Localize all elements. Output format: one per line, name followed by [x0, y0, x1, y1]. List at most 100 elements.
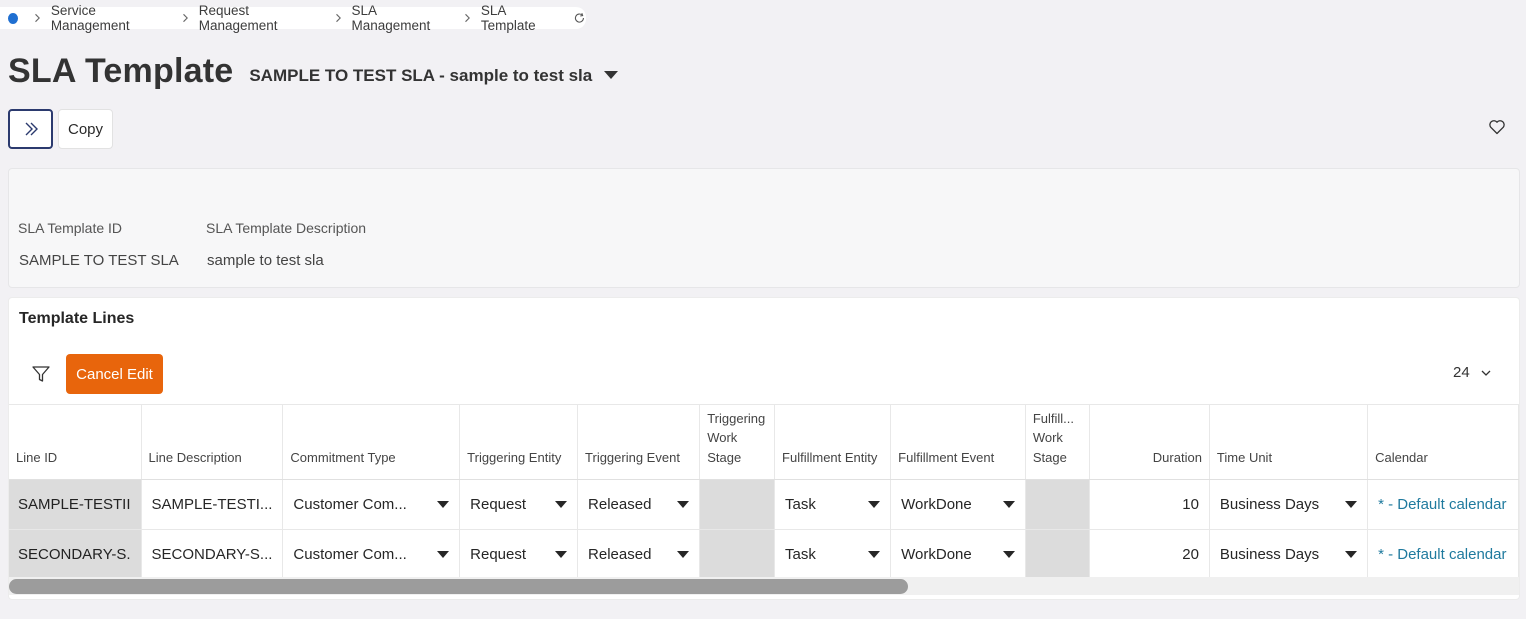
page-title: SLA Template [8, 52, 234, 90]
column-header-commitment-type[interactable]: Commitment Type [282, 404, 461, 480]
double-chevron-right-icon [25, 122, 38, 136]
time-unit-select[interactable]: Business Days [1209, 529, 1369, 580]
caret-down-icon [868, 551, 881, 558]
template-lines-title: Template Lines [19, 310, 135, 327]
line-description-value: SECONDARY-S... [151, 546, 273, 563]
triggering-event-value: Released [588, 496, 652, 513]
record-selector[interactable]: SAMPLE TO TEST SLA - sample to test sla [249, 66, 592, 86]
copy-button[interactable]: Copy [58, 109, 113, 149]
fulfillment-event-select[interactable]: WorkDone [890, 479, 1026, 530]
favorite-heart-icon[interactable] [1488, 118, 1506, 136]
column-header-line-description[interactable]: Line Description [141, 404, 284, 480]
column-header-calendar[interactable]: Calendar [1367, 404, 1519, 480]
fulfillment-event-value: WorkDone [901, 546, 972, 563]
column-header-time-unit[interactable]: Time Unit [1209, 404, 1369, 480]
expand-commands-button[interactable] [8, 109, 53, 149]
column-header-line-id[interactable]: Line ID [9, 404, 142, 480]
line-id-value: SAMPLE-TESTII [18, 496, 131, 513]
header-panel: SLA Template ID SAMPLE TO TEST SLA SLA T… [8, 168, 1520, 288]
triggering-event-select[interactable]: Released [577, 479, 701, 530]
chevron-right-icon [335, 13, 341, 23]
column-header-duration[interactable]: Duration [1089, 404, 1210, 480]
column-header-triggering-entity[interactable]: Triggering Entity [459, 404, 579, 480]
sla-template-id-label: SLA Template ID [18, 220, 123, 236]
line-id-cell: SECONDARY-S. [9, 529, 142, 580]
fulfillment-entity-select[interactable]: Task [774, 529, 892, 580]
line-description-value: SAMPLE-TESTI... [151, 496, 273, 513]
template-lines-panel: Template Lines Cancel Edit 24 Line ID Li… [8, 297, 1520, 600]
triggering-event-value: Released [588, 546, 652, 563]
sla-template-description-value: sample to test sla [207, 252, 324, 269]
cancel-edit-button[interactable]: Cancel Edit [66, 354, 163, 394]
column-header-triggering-event[interactable]: Triggering Event [577, 404, 701, 480]
triggering-entity-value: Request [470, 546, 527, 563]
caret-down-icon [868, 501, 881, 508]
table-row[interactable]: SECONDARY-S. SECONDARY-S... Customer Com… [9, 529, 1519, 580]
commitment-type-select[interactable]: Customer Com... [282, 479, 461, 530]
line-description-cell[interactable]: SECONDARY-S... [141, 529, 284, 580]
fulfillment-entity-value: Task [785, 496, 816, 513]
fulfillment-work-stage-cell [1025, 479, 1091, 530]
breadcrumb-request-management[interactable]: Request Management [199, 3, 321, 33]
chevron-right-icon [183, 13, 189, 23]
table-row[interactable]: SAMPLE-TESTII SAMPLE-TESTI... Customer C… [9, 479, 1519, 530]
table-header-row: Line ID Line Description Commitment Type… [9, 404, 1519, 480]
row-count-value: 24 [1453, 364, 1470, 381]
time-unit-select[interactable]: Business Days [1209, 479, 1369, 530]
caret-down-icon [1345, 501, 1358, 508]
sla-template-id-value: SAMPLE TO TEST SLA [19, 252, 179, 269]
caret-down-icon [437, 551, 450, 558]
duration-input[interactable]: 10 [1089, 479, 1210, 530]
breadcrumb: Service Management Request Management SL… [0, 3, 586, 33]
caret-down-icon [677, 551, 690, 558]
caret-down-icon [555, 501, 568, 508]
breadcrumb-sla-template: SLA Template [480, 3, 536, 33]
time-unit-value: Business Days [1219, 546, 1320, 563]
chevron-down-icon [1481, 370, 1491, 376]
line-description-cell[interactable]: SAMPLE-TESTI... [141, 479, 284, 530]
calendar-link[interactable]: * - Default calendar [1367, 529, 1519, 580]
caret-down-icon [1002, 501, 1015, 508]
horizontal-scrollbar-thumb[interactable] [9, 579, 908, 594]
caret-down-icon [677, 501, 690, 508]
duration-input[interactable]: 20 [1089, 529, 1210, 580]
time-unit-value: Business Days [1219, 496, 1320, 513]
commitment-type-value: Customer Com... [293, 546, 407, 563]
row-count-selector[interactable]: 24 [1453, 364, 1492, 381]
triggering-event-select[interactable]: Released [577, 529, 701, 580]
triggering-work-stage-cell [699, 479, 776, 530]
column-header-fulfillment-entity[interactable]: Fulfillment Entity [774, 404, 892, 480]
caret-down-icon [1345, 551, 1358, 558]
fulfillment-event-select[interactable]: WorkDone [890, 529, 1026, 580]
caret-down-icon [1002, 551, 1015, 558]
column-header-fulfillment-work-stage[interactable]: Fulfill... Work Stage [1025, 404, 1091, 480]
triggering-work-stage-cell [699, 529, 776, 580]
fulfillment-entity-value: Task [785, 546, 816, 563]
triggering-entity-value: Request [470, 496, 527, 513]
chevron-right-icon [35, 13, 41, 23]
fulfillment-work-stage-cell [1025, 529, 1091, 580]
triggering-entity-select[interactable]: Request [459, 529, 579, 580]
line-id-value: SECONDARY-S. [18, 546, 131, 563]
line-id-cell: SAMPLE-TESTII [9, 479, 142, 530]
sla-template-description-label: SLA Template Description [206, 220, 367, 236]
column-header-triggering-work-stage[interactable]: Triggering Work Stage [699, 404, 776, 480]
caret-down-icon[interactable] [604, 70, 619, 79]
fulfillment-event-value: WorkDone [901, 496, 972, 513]
column-header-fulfillment-event[interactable]: Fulfillment Event [890, 404, 1026, 480]
home-icon[interactable] [8, 12, 19, 24]
filter-icon[interactable] [31, 364, 51, 384]
refresh-icon[interactable] [573, 11, 586, 25]
fulfillment-entity-select[interactable]: Task [774, 479, 892, 530]
breadcrumb-sla-management[interactable]: SLA Management [352, 3, 451, 33]
triggering-entity-select[interactable]: Request [459, 479, 579, 530]
commitment-type-value: Customer Com... [293, 496, 407, 513]
caret-down-icon [437, 501, 450, 508]
title-row: SLA Template SAMPLE TO TEST SLA - sample… [8, 52, 619, 91]
chevron-right-icon [465, 13, 471, 23]
caret-down-icon [555, 551, 568, 558]
commitment-type-select[interactable]: Customer Com... [282, 529, 461, 580]
template-lines-table: Line ID Line Description Commitment Type… [9, 404, 1519, 580]
calendar-link[interactable]: * - Default calendar [1367, 479, 1519, 530]
breadcrumb-service-management[interactable]: Service Management [51, 3, 168, 33]
